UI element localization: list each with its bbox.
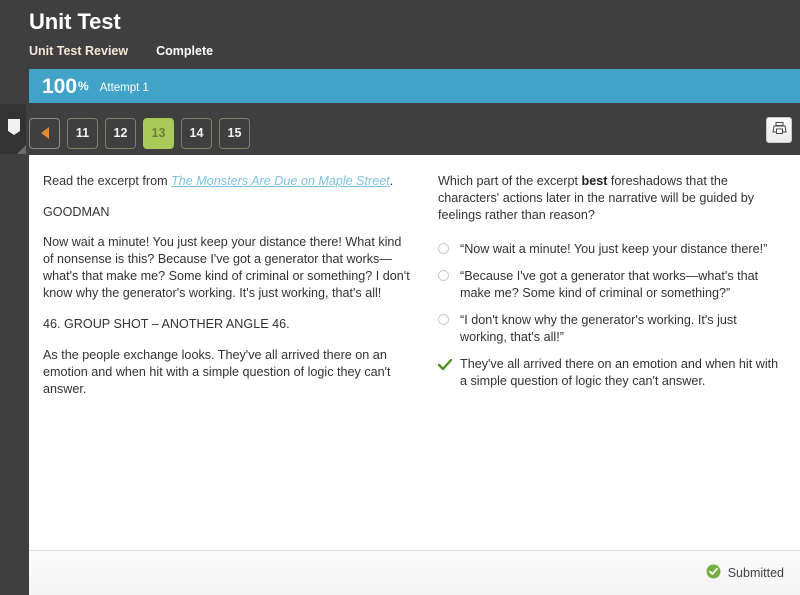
- answer-text-4: They've all arrived there on an emotion …: [460, 357, 779, 388]
- answer-choices: “Now wait a minute! You just keep your d…: [437, 241, 786, 390]
- status-badge: Submitted: [706, 564, 784, 582]
- answer-choice-4[interactable]: They've all arrived there on an emotion …: [437, 356, 786, 390]
- answer-marker-4: [437, 356, 460, 376]
- question-prompt: Which part of the excerpt best foreshado…: [438, 173, 786, 224]
- excerpt-paragraph-1: Now wait a minute! You just keep your di…: [43, 235, 410, 300]
- submitted-check-icon: [706, 564, 721, 582]
- question-emphasis: best: [581, 174, 608, 188]
- attempt-label: Attempt 1: [99, 82, 149, 94]
- answer-marker-2: [438, 268, 460, 281]
- arrow-left-icon: [40, 127, 49, 139]
- printer-icon: [771, 121, 787, 140]
- previous-page-button[interactable]: [29, 117, 60, 149]
- score-bar: 100% Attempt 1: [29, 69, 800, 103]
- answer-text-2: “Because I've got a generator that works…: [460, 269, 759, 300]
- page-title: Unit Test: [29, 9, 121, 34]
- bookmark-flag-icon: [6, 118, 22, 141]
- question-pager: 11 12 13 14 15: [29, 114, 250, 152]
- excerpt-speaker: GOODMAN: [43, 205, 110, 219]
- answer-choice-3[interactable]: “I don't know why the generator's workin…: [438, 312, 786, 346]
- page-button-15[interactable]: 15: [219, 117, 250, 149]
- answer-choice-1[interactable]: “Now wait a minute! You just keep your d…: [438, 241, 786, 258]
- checkmark-icon: [437, 358, 453, 376]
- excerpt-intro: Read the excerpt from The Monsters Are D…: [43, 173, 410, 190]
- excerpt-column: Read the excerpt from The Monsters Are D…: [43, 173, 428, 550]
- answer-text-3: “I don't know why the generator's workin…: [460, 313, 737, 344]
- excerpt-scene-heading: 46. GROUP SHOT – ANOTHER ANGLE 46.: [43, 317, 290, 331]
- answer-marker-3: [438, 312, 460, 325]
- work-title-link[interactable]: The Monsters Are Due on Maple Street: [171, 174, 390, 188]
- card-footer: Submitted: [29, 550, 800, 595]
- answer-text-1: “Now wait a minute! You just keep your d…: [460, 242, 768, 256]
- submitted-label: Submitted: [727, 566, 784, 580]
- page-button-14[interactable]: 14: [181, 117, 212, 149]
- app-root: Unit Test Unit Test Review Complete 100% …: [0, 0, 800, 595]
- header-subrow: Unit Test Review Complete: [29, 44, 213, 58]
- excerpt-intro-suffix: .: [389, 174, 394, 188]
- excerpt-intro-prefix: Read the excerpt from: [43, 174, 172, 188]
- page-button-11[interactable]: 11: [67, 117, 98, 149]
- page-button-12[interactable]: 12: [105, 117, 136, 149]
- tab-corner-fold: [17, 145, 26, 154]
- print-button[interactable]: [766, 117, 792, 143]
- question-columns: Read the excerpt from The Monsters Are D…: [29, 155, 800, 550]
- status-label: Complete: [156, 44, 214, 58]
- bookmark-panel-tab[interactable]: [0, 104, 26, 154]
- radio-unselected-icon[interactable]: [438, 243, 449, 254]
- review-label: Unit Test Review: [29, 44, 129, 58]
- answer-choice-2[interactable]: “Because I've got a generator that works…: [438, 268, 786, 302]
- score-percent-symbol: %: [78, 79, 89, 93]
- question-prefix: Which part of the excerpt: [438, 174, 582, 188]
- question-card: Read the excerpt from The Monsters Are D…: [29, 155, 800, 595]
- score-value: 100: [42, 74, 78, 98]
- excerpt-paragraph-2: As the people exchange looks. They've al…: [43, 348, 391, 396]
- answer-column: Which part of the excerpt best foreshado…: [428, 173, 786, 550]
- radio-unselected-icon[interactable]: [438, 270, 449, 281]
- radio-unselected-icon[interactable]: [438, 314, 449, 325]
- answer-marker-1: [438, 241, 460, 254]
- page-button-13[interactable]: 13: [143, 117, 174, 149]
- page-header: Unit Test Unit Test Review Complete: [0, 0, 800, 68]
